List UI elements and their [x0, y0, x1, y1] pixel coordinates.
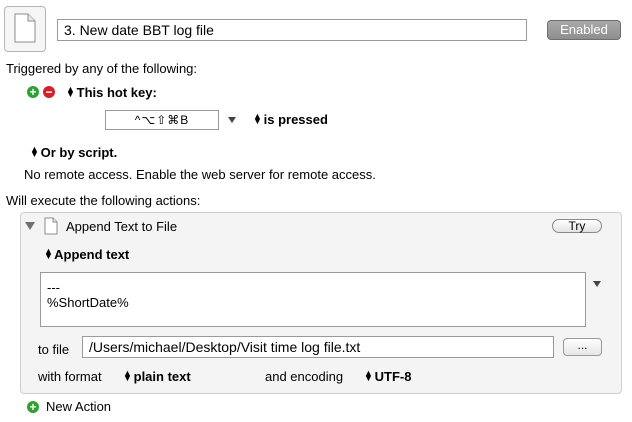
- try-button[interactable]: Try: [552, 219, 602, 233]
- document-icon: [14, 13, 36, 43]
- updown-arrows-icon: ▲ ▼: [44, 246, 53, 261]
- file-path-field[interactable]: /Users/michael/Desktop/Visit time log fi…: [82, 336, 554, 358]
- encoding-label: and encoding: [265, 369, 344, 384]
- new-action-button[interactable]: New Action: [46, 399, 111, 414]
- format-value: plain text: [133, 369, 191, 384]
- actions-heading: Will execute the following actions:: [6, 193, 201, 208]
- browse-button[interactable]: ...: [563, 338, 602, 356]
- updown-arrows-icon: ▲ ▼: [364, 368, 373, 383]
- hotkey-trigger-label: This hot key:: [76, 85, 157, 100]
- triggers-heading: Triggered by any of the following:: [6, 61, 198, 76]
- format-label: with format: [38, 369, 102, 384]
- script-trigger-popup[interactable]: ▲ ▼ Or by script.: [30, 144, 118, 161]
- hotkey-trigger-popup[interactable]: ▲ ▼ This hot key:: [66, 84, 157, 101]
- macro-name-field[interactable]: 3. New date BBT log file: [57, 19, 527, 41]
- script-trigger-label: Or by script.: [40, 145, 118, 160]
- new-action-icon[interactable]: +: [27, 401, 39, 413]
- updown-arrows-icon: ▲ ▼: [123, 368, 132, 383]
- action-document-icon: [44, 217, 58, 238]
- encoding-value: UTF-8: [374, 369, 412, 384]
- updown-arrows-icon: ▲ ▼: [66, 84, 75, 99]
- text-tokens-menu-arrow-icon[interactable]: [593, 281, 601, 287]
- format-popup[interactable]: ▲ ▼ plain text: [123, 368, 191, 385]
- updown-arrows-icon: ▲ ▼: [253, 111, 262, 126]
- pressed-label: is pressed: [263, 112, 328, 127]
- enabled-toggle-button[interactable]: Enabled: [547, 20, 621, 40]
- pressed-popup[interactable]: ▲ ▼ is pressed: [253, 111, 328, 128]
- encoding-popup[interactable]: ▲ ▼ UTF-8: [364, 368, 412, 385]
- hotkey-menu-arrow-icon[interactable]: [228, 117, 236, 123]
- to-file-label: to file: [38, 342, 70, 357]
- append-mode-popup[interactable]: ▲ ▼ Append text: [44, 246, 130, 263]
- macro-document-icon[interactable]: [4, 6, 46, 52]
- action-title: Append Text to File: [66, 219, 178, 234]
- append-mode-label: Append text: [54, 247, 130, 262]
- hotkey-field[interactable]: ^⌥⇧⌘B: [105, 110, 219, 130]
- append-text-area[interactable]: --- %ShortDate%: [40, 272, 586, 327]
- remote-access-text: No remote access. Enable the web server …: [24, 167, 376, 182]
- add-trigger-icon[interactable]: +: [27, 86, 39, 98]
- remove-trigger-icon[interactable]: −: [43, 86, 55, 98]
- updown-arrows-icon: ▲ ▼: [30, 144, 39, 159]
- collapse-disclosure-icon[interactable]: [25, 222, 35, 230]
